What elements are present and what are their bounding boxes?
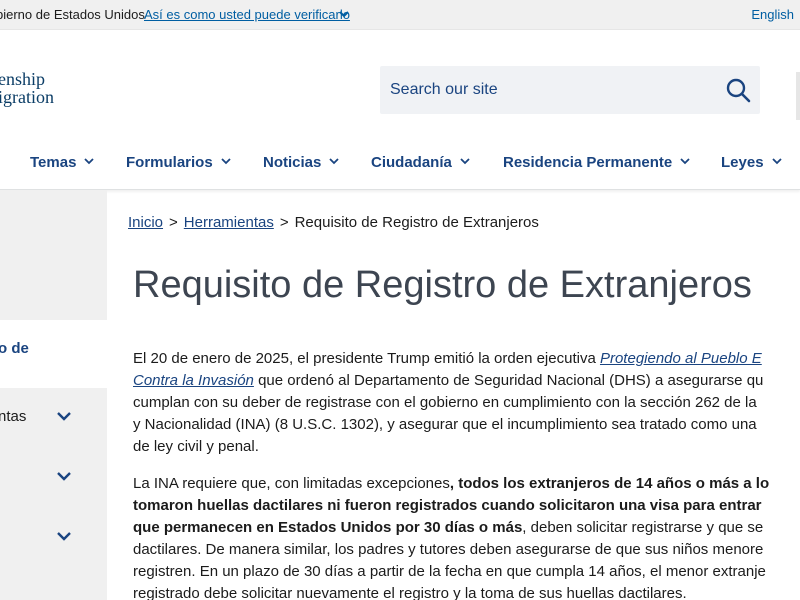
- intro-paragraph: El 20 de enero de 2025, el presidente Tr…: [133, 348, 800, 458]
- paragraph-line: registrado debe solicitar nuevamente el …: [133, 585, 687, 600]
- executive-order-link[interactable]: Protegiendo al Pueblo E: [600, 350, 762, 367]
- paragraph-line: La INA requiere que, con limitadas excep…: [133, 473, 800, 495]
- language-toggle[interactable]: English: [751, 7, 794, 22]
- chevron-down-icon: [221, 158, 231, 165]
- sidebar-item-3[interactable]: [0, 508, 107, 568]
- chevron-down-icon[interactable]: [338, 8, 350, 20]
- nav-item-leyes[interactable]: Leyes: [721, 154, 782, 171]
- requirement-paragraph: La INA requiere que, con limitadas excep…: [133, 473, 800, 600]
- gov-banner: bierno de Estados Unidos Así es como ust…: [0, 0, 800, 30]
- breadcrumb-tools-link[interactable]: Herramientas: [184, 214, 274, 231]
- chevron-down-icon: [680, 158, 690, 165]
- paragraph-bold: tomaron huellas dactilares ni fueron reg…: [133, 497, 762, 514]
- chevron-down-icon[interactable]: [56, 530, 72, 542]
- paragraph-text: , deben solicitar registrarse y que se: [522, 519, 764, 536]
- chevron-down-icon[interactable]: [56, 470, 72, 482]
- nav-item-label: Noticias: [263, 154, 322, 171]
- nav-item-label: Leyes: [721, 154, 764, 171]
- nav-item-noticias[interactable]: Noticias: [263, 154, 339, 171]
- paragraph-bold: que permanecen en Estados Unidos por 30 …: [133, 519, 523, 536]
- nav-item-temas[interactable]: Temas: [30, 154, 95, 171]
- breadcrumb-home-link[interactable]: Inicio: [128, 214, 163, 231]
- paragraph-line: tomaron huellas dactilares ni fueron reg…: [133, 495, 800, 517]
- chevron-down-icon: [771, 158, 782, 165]
- nav-item-ciudadania[interactable]: Ciudadanía: [371, 154, 470, 171]
- verify-link[interactable]: Así es como usted puede verificarlo: [144, 7, 350, 22]
- breadcrumb-separator: >: [279, 214, 289, 231]
- sidebar-item-label: ntas: [0, 408, 27, 425]
- sidebar-item-herramientas[interactable]: ntas: [0, 388, 107, 448]
- executive-order-link-continued[interactable]: Contra la Invasión: [133, 372, 254, 389]
- sidebar-list: ntas: [0, 388, 107, 600]
- logo-line-1: enship: [0, 69, 45, 89]
- nav-item-label: Temas: [30, 154, 77, 171]
- sidebar-header: [0, 190, 107, 320]
- page-title: Requisito de Registro de Extranjeros: [133, 264, 752, 306]
- chevron-down-icon[interactable]: [56, 410, 72, 422]
- chevron-down-icon: [460, 158, 470, 165]
- paragraph-text: La INA requiere que, con limitadas excep…: [133, 475, 450, 492]
- paragraph-line: Contra la Invasión que ordenó al Departa…: [133, 370, 800, 392]
- paragraph-line: dactilares. De manera similar, los padre…: [133, 541, 764, 558]
- main-content: Inicio > Herramientas > Requisito de Registr…: [107, 190, 800, 600]
- nav-item-formularios[interactable]: Formularios: [126, 154, 231, 171]
- breadcrumb: Inicio > Herramientas > Requisito de Registr…: [128, 214, 539, 231]
- sidebar-item-active[interactable]: o de: [0, 320, 107, 388]
- gov-banner-text: bierno de Estados Unidos: [0, 7, 145, 22]
- paragraph-line: registren. En un plazo de 30 días a part…: [133, 563, 766, 580]
- nav-item-label: Ciudadanía: [371, 154, 452, 171]
- paragraph-line: El 20 de enero de 2025, el presidente Tr…: [133, 348, 800, 370]
- sidebar: o de ntas: [0, 190, 107, 600]
- search-input[interactable]: [380, 66, 710, 114]
- breadcrumb-separator: >: [169, 214, 178, 231]
- paragraph-bold: , todos los extranjeros de 14 años o más…: [449, 475, 770, 492]
- search-icon[interactable]: [724, 76, 752, 104]
- sidebar-item-label: o de: [0, 340, 29, 357]
- site-header: enship igration: [0, 30, 800, 138]
- main-nav: Temas Formularios Noticias Ciudadanía Re…: [0, 138, 800, 190]
- paragraph-text: que ordenó al Departamento de Seguridad …: [253, 372, 764, 389]
- paragraph-text: El 20 de enero de 2025, el presidente Tr…: [133, 350, 600, 367]
- breadcrumb-current: Requisito de Registro de Extranjeros: [294, 214, 539, 231]
- search-box: [380, 66, 760, 114]
- header-edge: [796, 72, 800, 120]
- sidebar-item-2[interactable]: [0, 448, 107, 508]
- nav-item-residencia-permanente[interactable]: Residencia Permanente: [503, 154, 690, 171]
- site-logo[interactable]: enship igration: [0, 70, 54, 106]
- chevron-down-icon: [84, 158, 95, 165]
- chevron-down-icon: [329, 158, 339, 165]
- logo-line-2: igration: [0, 87, 54, 107]
- paragraph-line: y Nacionalidad (INA) (8 U.S.C. 1302), y …: [133, 416, 757, 433]
- paragraph-line: de ley civil y penal.: [133, 438, 259, 455]
- nav-item-label: Residencia Permanente: [503, 154, 673, 171]
- nav-item-label: Formularios: [126, 154, 213, 171]
- paragraph-line: cumplan con su deber de registrase con e…: [133, 394, 757, 411]
- paragraph-line: que permanecen en Estados Unidos por 30 …: [133, 517, 800, 539]
